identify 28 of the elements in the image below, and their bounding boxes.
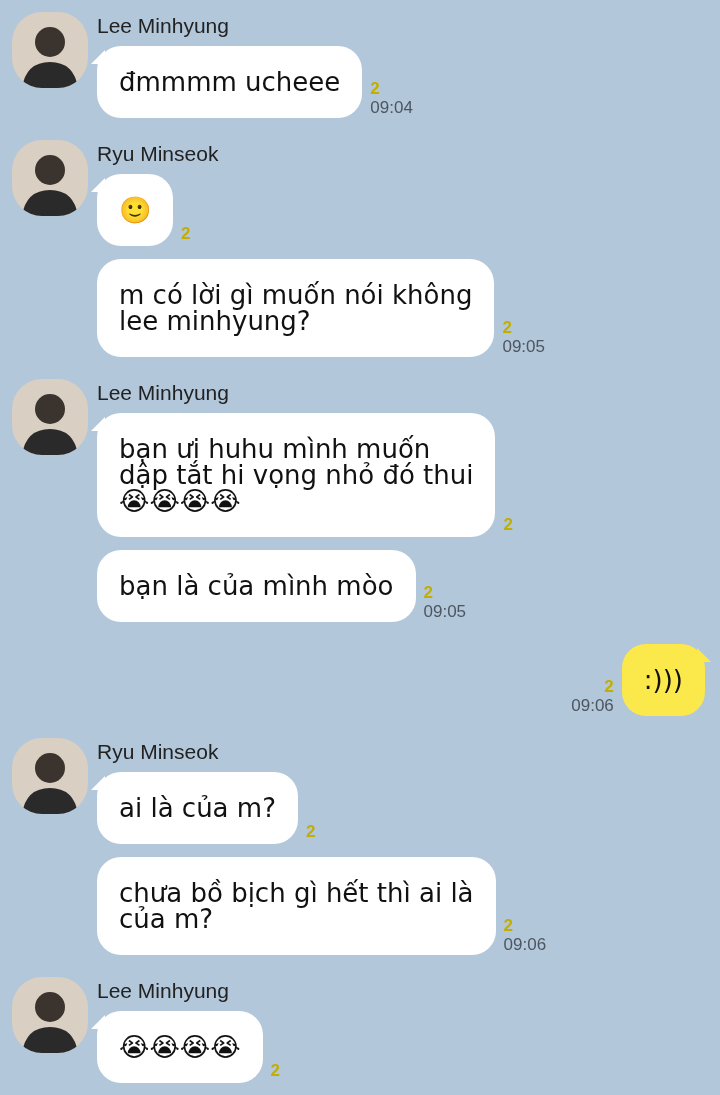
message-time: 09:05 <box>423 603 467 620</box>
message-bubble: đmmmm ucheee <box>97 46 363 118</box>
unread-count: 2 <box>181 225 191 242</box>
unread-count: 2 <box>423 584 433 601</box>
unread-count: 2 <box>305 823 316 840</box>
sender-name: Ryu Minseok <box>97 141 219 167</box>
message-bubble: :))) <box>621 644 705 716</box>
unread-count: 2 <box>502 319 512 336</box>
unread-count: 2 <box>270 1062 280 1079</box>
unread-count: 2 <box>503 917 514 934</box>
sender-name: Ryu Minseok <box>97 739 219 765</box>
unread-count: 2 <box>503 516 513 533</box>
unread-count: 2 <box>370 80 380 97</box>
message-bubble: 😭😭😭😭 <box>97 1011 263 1083</box>
message-time: 09:06 <box>503 936 547 953</box>
message-time: 09:05 <box>502 338 545 355</box>
sender-name: Lee Minhyung <box>97 978 229 1004</box>
unread-count: 2 <box>604 678 614 695</box>
sender-name: Lee Minhyung <box>97 380 229 406</box>
message-bubble: bạn là của mình mòo <box>97 550 416 622</box>
message-bubble: m có lời gì muốn nói không lee minhyung? <box>97 259 495 357</box>
message-time: 09:04 <box>370 99 413 116</box>
message-time: 09:06 <box>571 697 614 714</box>
message-bubble: ai là của m? <box>97 772 298 844</box>
message-bubble: 🙂 <box>97 174 173 246</box>
message-bubble: chưa bồ bịch gì hết thì ai là của m? <box>97 857 496 955</box>
sender-name: Lee Minhyung <box>97 13 229 39</box>
message-bubble: bạn ưi huhu mình muốn dập tắt hi vọng nhỏ đó thui 😭😭😭😭 <box>97 413 496 537</box>
